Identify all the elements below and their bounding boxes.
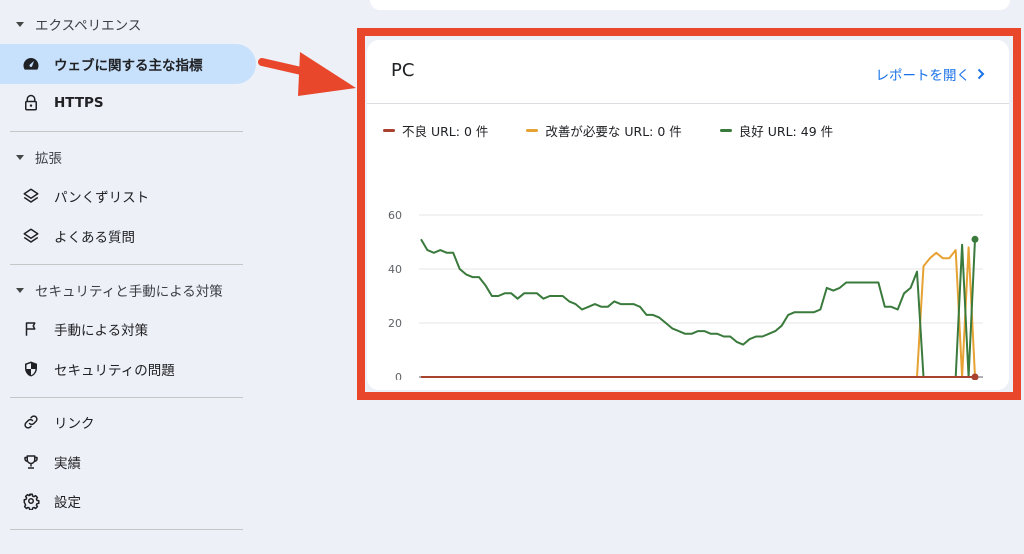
open-report-label: レポートを開く xyxy=(875,68,971,84)
sidebar-item-label: HTTPS xyxy=(54,95,104,111)
series-end-marker-0 xyxy=(971,373,979,380)
sidebar-divider xyxy=(10,397,243,398)
section-header-experience[interactable]: エクスペリエンス xyxy=(14,12,141,36)
pc-report-card: PC レポートを開く 不良 URL: 0 件 改善が必要な URL: 0 件 良… xyxy=(367,40,1009,390)
sidebar-item-label: ウェブに関する主な指標 xyxy=(54,58,203,74)
legend-swatch xyxy=(719,129,732,132)
gear-icon xyxy=(22,492,40,510)
section-header-security[interactable]: セキュリティと手動による対策 xyxy=(14,278,223,302)
annotation-arrow xyxy=(258,52,356,96)
caret-down-icon xyxy=(16,154,24,160)
url-status-line-chart: 02040602025/11/262025/12/122025/12/28202… xyxy=(388,209,983,380)
sidebar-item-manual-actions[interactable]: 手動による対策 xyxy=(0,309,256,349)
legend-item-good[interactable]: 良好 URL: 49 件 xyxy=(719,121,834,140)
open-report-link[interactable]: レポートを開く xyxy=(876,64,986,84)
sidebar-item-label: リンク xyxy=(54,416,95,432)
lock-icon xyxy=(22,94,40,112)
legend-label: 改善が必要な URL: 0 件 xyxy=(545,124,682,139)
sidebar-divider xyxy=(10,131,243,132)
card-divider xyxy=(367,103,1009,104)
sidebar-item-label: 実績 xyxy=(54,456,81,472)
sidebar-divider xyxy=(10,529,243,530)
sidebar-item-links[interactable]: リンク xyxy=(0,402,256,442)
section-header-enhancements[interactable]: 拡張 xyxy=(14,145,62,169)
legend-label: 良好 URL: 49 件 xyxy=(738,124,834,139)
series-line-1 xyxy=(421,246,976,378)
legend-label: 不良 URL: 0 件 xyxy=(402,124,489,139)
section-label: エクスペリエンス xyxy=(35,18,142,34)
sidebar-item-achievements[interactable]: 実績 xyxy=(0,442,256,482)
sidebar-item-https[interactable]: HTTPS xyxy=(0,83,256,123)
caret-down-icon xyxy=(16,21,24,27)
y-tick-label: 20 xyxy=(388,317,402,330)
link-icon xyxy=(22,413,40,431)
sidebar-item-label: パンくずリスト xyxy=(54,190,150,206)
sidebar-item-label: よくある質問 xyxy=(54,230,135,246)
sidebar-item-breadcrumbs[interactable]: パンくずリスト xyxy=(0,176,256,216)
series-line-2 xyxy=(420,238,976,378)
layers-icon xyxy=(22,187,40,205)
sidebar-item-core-web-vitals[interactable]: ウェブに関する主な指標 xyxy=(0,44,256,84)
flag-icon xyxy=(22,320,40,338)
sidebar-item-settings[interactable]: 設定 xyxy=(0,481,256,521)
caret-down-icon xyxy=(16,287,24,293)
series-end-marker-2 xyxy=(971,235,979,243)
sidebar-divider xyxy=(10,264,243,265)
sidebar-item-label: セキュリティの問題 xyxy=(54,363,175,379)
sidebar-item-label: 手動による対策 xyxy=(54,323,149,339)
sidebar-item-security-issues[interactable]: セキュリティの問題 xyxy=(0,349,256,389)
legend-item-needs-improvement[interactable]: 改善が必要な URL: 0 件 xyxy=(526,121,682,140)
layers-icon xyxy=(22,227,40,245)
sidebar-item-faq[interactable]: よくある質問 xyxy=(0,216,256,256)
sidebar-item-label: 設定 xyxy=(54,495,81,511)
previous-card xyxy=(370,0,1010,10)
trophy-icon xyxy=(22,453,40,471)
sidebar: エクスペリエンス ウェブに関する主な指標 HTTPS 拡張 パンくずリスト よく… xyxy=(0,0,256,554)
section-label: 拡張 xyxy=(35,151,62,167)
speedometer-icon xyxy=(22,55,40,73)
legend-swatch xyxy=(526,129,539,132)
legend-swatch xyxy=(383,129,395,132)
shield-icon xyxy=(22,360,40,378)
y-tick-label: 40 xyxy=(388,263,402,276)
chart-legend: 不良 URL: 0 件 改善が必要な URL: 0 件 良好 URL: 49 件 xyxy=(383,121,871,140)
legend-item-poor[interactable]: 不良 URL: 0 件 xyxy=(383,121,488,140)
section-label: セキュリティと手動による対策 xyxy=(35,284,223,300)
card-title: PC xyxy=(391,60,415,81)
y-tick-label: 60 xyxy=(388,209,402,222)
chevron-right-icon xyxy=(977,68,985,80)
y-tick-label: 0 xyxy=(395,371,402,380)
